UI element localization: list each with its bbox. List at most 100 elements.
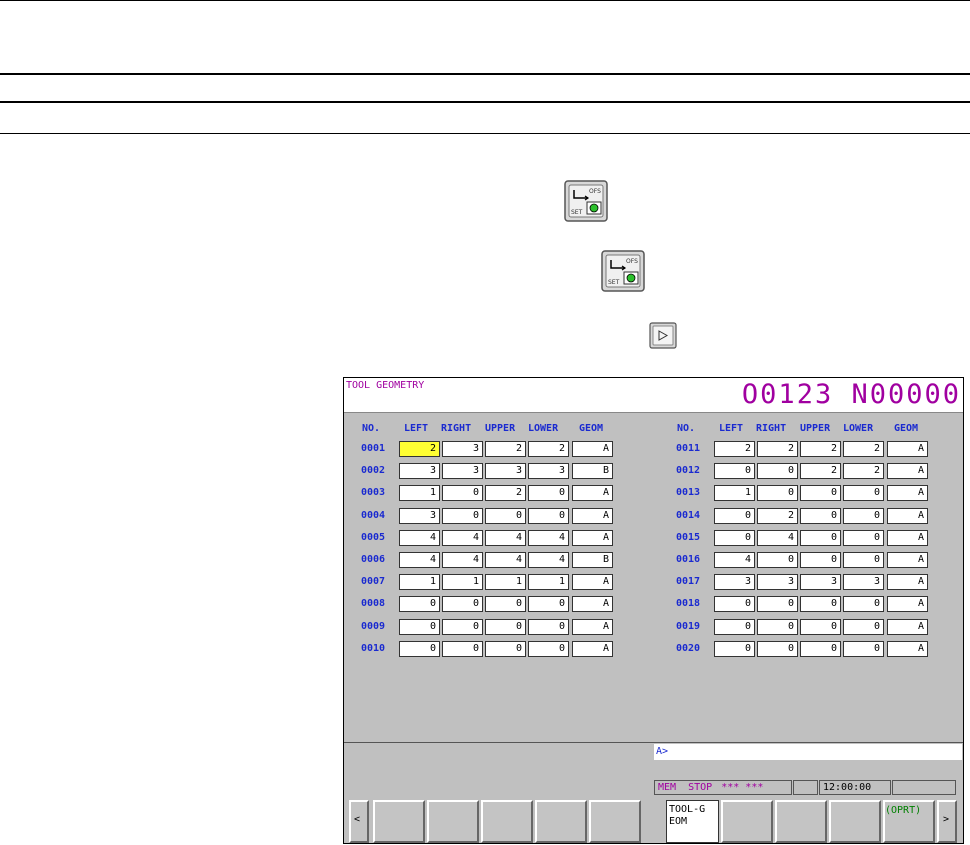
offset-cell[interactable]: 0 [800, 552, 841, 568]
softkey-8[interactable] [775, 800, 827, 843]
offset-cell[interactable]: A [572, 619, 613, 635]
offset-cell[interactable]: 3 [399, 508, 440, 524]
softkey-tool-geom[interactable]: TOOL-G EOM [666, 800, 719, 843]
offset-cell[interactable]: 4 [485, 530, 526, 546]
offset-cell[interactable]: 0 [485, 619, 526, 635]
offset-cell[interactable]: 0 [757, 552, 798, 568]
offset-cell[interactable]: 0 [757, 596, 798, 612]
offset-cell[interactable]: 4 [399, 530, 440, 546]
offset-cell[interactable]: 2 [485, 485, 526, 501]
offset-cell[interactable]: 2 [485, 441, 526, 457]
offset-cell[interactable]: 3 [399, 463, 440, 479]
offset-cell[interactable]: 0 [442, 596, 483, 612]
offset-cell[interactable]: 0 [800, 619, 841, 635]
offset-cell[interactable]: A [887, 530, 928, 546]
softkey-next[interactable]: > [937, 800, 957, 843]
offset-cell[interactable]: A [887, 441, 928, 457]
offset-cell[interactable]: 0 [843, 552, 884, 568]
offset-cell[interactable]: 1 [399, 485, 440, 501]
softkey-9[interactable] [829, 800, 881, 843]
offset-cell[interactable]: 0 [442, 485, 483, 501]
offset-cell[interactable]: 2 [714, 441, 755, 457]
softkey-2[interactable] [427, 800, 479, 843]
offset-cell[interactable]: 0 [714, 530, 755, 546]
offset-setting-key-icon[interactable]: OFS SET [601, 250, 645, 292]
softkey-prev[interactable]: < [349, 800, 369, 843]
offset-cell[interactable]: 2 [528, 441, 569, 457]
key-input-line[interactable]: A> [654, 744, 962, 760]
offset-cell[interactable]: 4 [714, 552, 755, 568]
offset-cell[interactable]: 0 [714, 641, 755, 657]
offset-cell[interactable]: 0 [843, 641, 884, 657]
offset-cell[interactable]: A [887, 485, 928, 501]
offset-cell[interactable]: 0 [528, 619, 569, 635]
right-arrow-key-icon[interactable] [649, 322, 677, 349]
offset-cell[interactable]: 0 [442, 641, 483, 657]
offset-cell[interactable]: 4 [528, 530, 569, 546]
offset-cell[interactable]: A [572, 485, 613, 501]
offset-cell[interactable]: 4 [442, 530, 483, 546]
softkey-5[interactable] [589, 800, 641, 843]
offset-cell[interactable]: 0 [843, 508, 884, 524]
offset-cell[interactable]: A [572, 574, 613, 590]
offset-cell[interactable]: 0 [399, 619, 440, 635]
offset-cell[interactable]: 0 [843, 530, 884, 546]
offset-cell[interactable]: 3 [843, 574, 884, 590]
offset-cell[interactable]: A [887, 619, 928, 635]
offset-cell[interactable]: A [572, 441, 613, 457]
offset-cell[interactable]: A [572, 530, 613, 546]
offset-cell[interactable]: A [887, 641, 928, 657]
offset-cell[interactable]: 0 [843, 596, 884, 612]
offset-cell[interactable]: 4 [485, 552, 526, 568]
offset-cell[interactable]: 3 [800, 574, 841, 590]
softkey-1[interactable] [373, 800, 425, 843]
offset-cell[interactable]: 1 [528, 574, 569, 590]
offset-cell[interactable]: 0 [714, 619, 755, 635]
offset-cell[interactable]: 3 [485, 463, 526, 479]
offset-cell[interactable]: 1 [714, 485, 755, 501]
offset-cell[interactable]: 0 [843, 619, 884, 635]
offset-cell[interactable]: A [887, 508, 928, 524]
offset-cell[interactable]: 0 [485, 596, 526, 612]
softkey-3[interactable] [481, 800, 533, 843]
offset-cell[interactable]: 0 [714, 463, 755, 479]
offset-cell[interactable]: 0 [714, 596, 755, 612]
offset-cell[interactable]: 4 [757, 530, 798, 546]
offset-cell[interactable]: 0 [399, 596, 440, 612]
offset-cell[interactable]: 0 [399, 641, 440, 657]
offset-cell[interactable]: 4 [528, 552, 569, 568]
offset-cell[interactable]: A [887, 574, 928, 590]
offset-cell[interactable]: 0 [757, 619, 798, 635]
offset-cell[interactable]: 0 [843, 485, 884, 501]
offset-cell[interactable]: 0 [528, 641, 569, 657]
offset-cell[interactable]: A [572, 596, 613, 612]
offset-cell[interactable]: 0 [800, 485, 841, 501]
offset-cell[interactable]: 2 [800, 463, 841, 479]
offset-setting-key-icon[interactable]: OFS SET [564, 180, 608, 222]
softkey-oprt[interactable]: (OPRT) [883, 800, 935, 843]
offset-cell[interactable]: 3 [442, 441, 483, 457]
offset-cell[interactable]: 3 [528, 463, 569, 479]
offset-cell[interactable]: 3 [442, 463, 483, 479]
offset-cell[interactable]: 0 [800, 508, 841, 524]
offset-cell[interactable]: 0 [757, 485, 798, 501]
offset-cell[interactable]: 2 [757, 508, 798, 524]
offset-cell[interactable]: 4 [399, 552, 440, 568]
offset-cell[interactable]: 2 [843, 441, 884, 457]
offset-cell[interactable]: 0 [485, 508, 526, 524]
softkey-4[interactable] [535, 800, 587, 843]
offset-cell[interactable]: 0 [528, 508, 569, 524]
offset-cell[interactable]: 1 [485, 574, 526, 590]
offset-cell[interactable]: A [887, 596, 928, 612]
offset-cell[interactable]: 0 [800, 530, 841, 546]
offset-cell[interactable]: 0 [442, 508, 483, 524]
offset-cell[interactable]: 0 [800, 641, 841, 657]
offset-cell[interactable]: 0 [528, 485, 569, 501]
offset-cell[interactable]: 2 [757, 441, 798, 457]
offset-cell[interactable]: 0 [714, 508, 755, 524]
offset-cell[interactable]: B [572, 463, 613, 479]
offset-cell[interactable]: B [572, 552, 613, 568]
offset-cell[interactable]: 0 [485, 641, 526, 657]
offset-cell[interactable]: 0 [757, 641, 798, 657]
offset-cell[interactable]: 2 [399, 441, 440, 457]
